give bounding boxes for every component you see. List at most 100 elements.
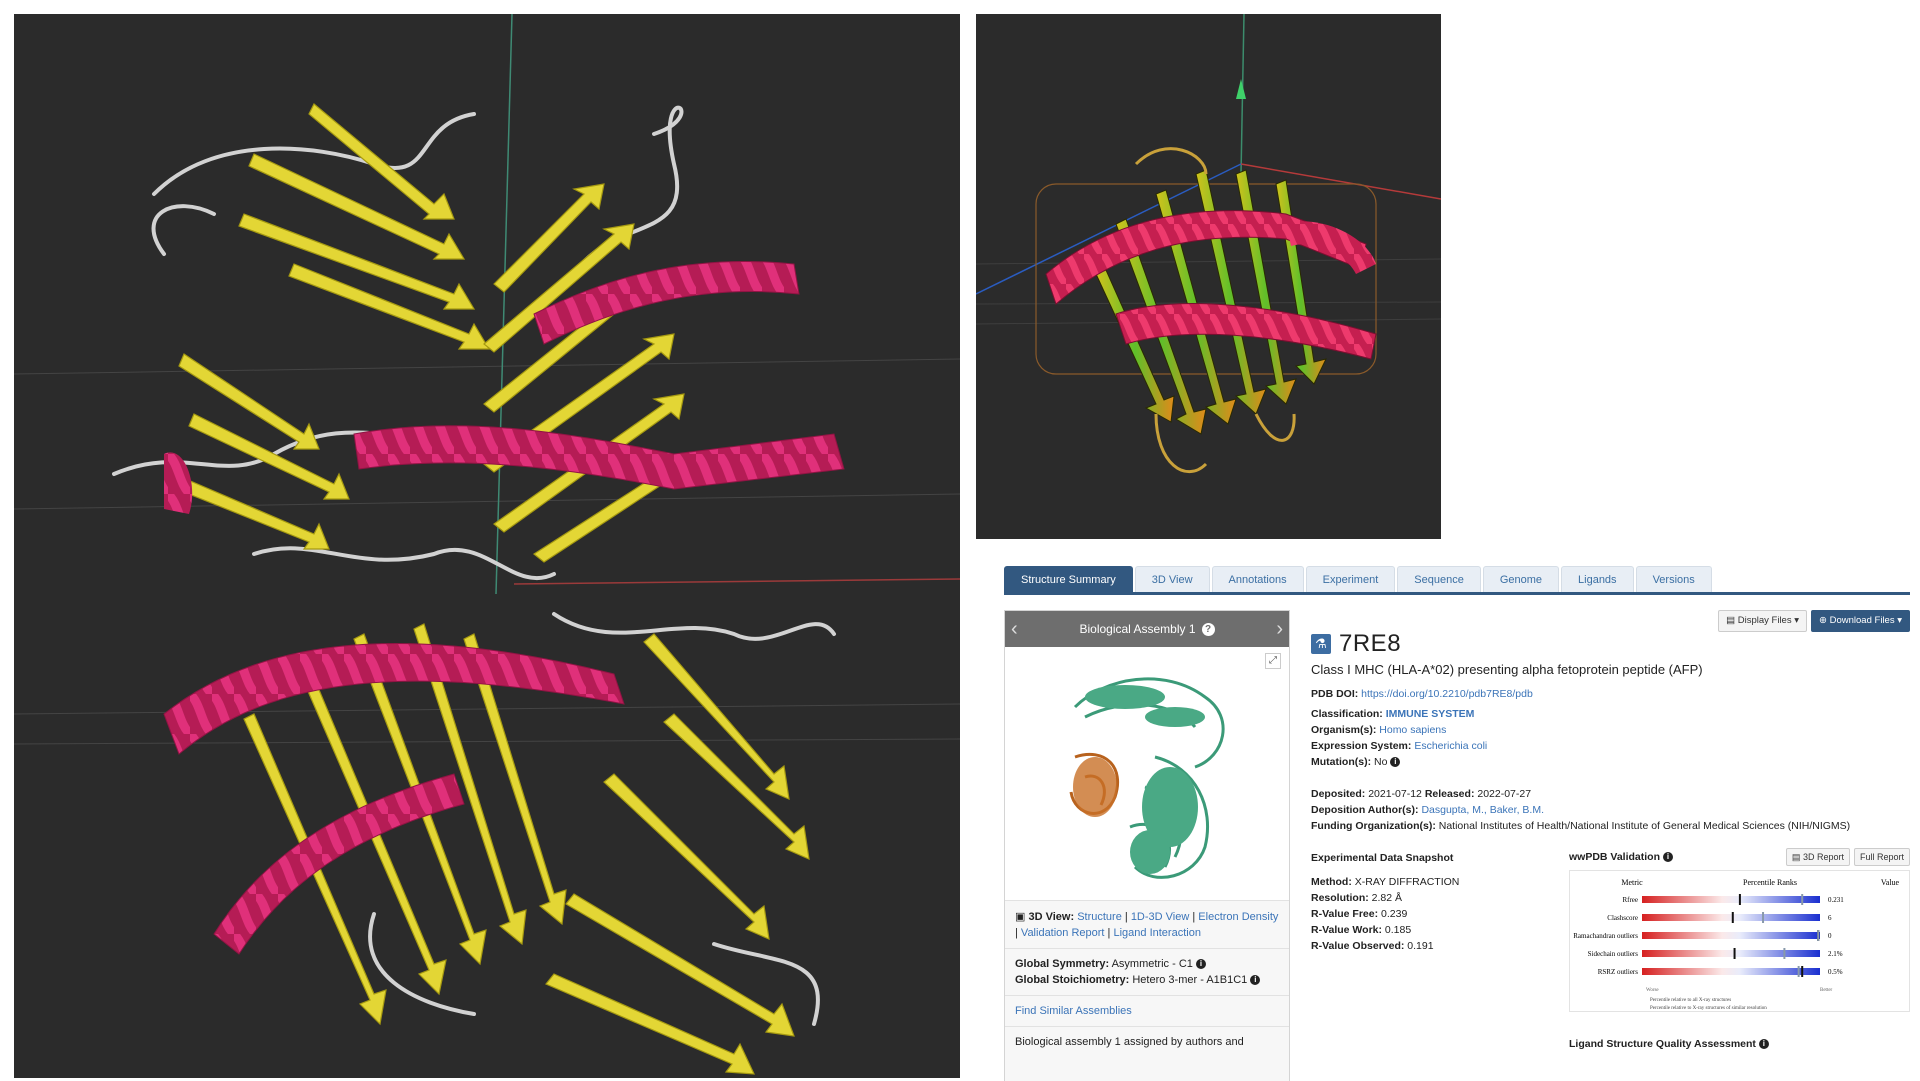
assembly-note: Biological assembly 1 assigned by author…: [1015, 1036, 1244, 1048]
marker-all: [1738, 894, 1741, 905]
snapshot-label: Method:: [1311, 876, 1352, 888]
info-icon[interactable]: i: [1758, 1039, 1769, 1050]
protein-cartoon-dimer: [14, 14, 960, 1075]
assembly-image[interactable]: ⤢: [1005, 647, 1289, 901]
marker-similar: [1817, 930, 1820, 941]
metric-name: Rfree: [1622, 896, 1638, 904]
validation-heading: wwPDB Validation: [1569, 851, 1661, 863]
better-label: Better: [1820, 988, 1833, 993]
metric-value: 0.231: [1828, 896, 1844, 904]
tab-sequence[interactable]: Sequence: [1397, 566, 1481, 592]
marker-similar: [1783, 948, 1786, 959]
rcsb-structure-page: Structure Summary 3D View Annotations Ex…: [1004, 560, 1910, 1081]
marker-similar: [1801, 894, 1804, 905]
info-icon[interactable]: i: [1390, 757, 1401, 768]
ligand-heading: Ligand Structure Quality Assessment: [1569, 1038, 1756, 1050]
legend-all: Percentile relative to all X-ray structu…: [1650, 998, 1731, 1003]
3d-report-button[interactable]: ▤ 3D Report: [1785, 848, 1850, 866]
marker-all: [1731, 912, 1734, 923]
deposited-label: Deposited:: [1311, 788, 1366, 800]
link-electron-density[interactable]: Electron Density: [1198, 911, 1278, 923]
symmetry-value: Asymmetric - C1: [1111, 958, 1193, 970]
snapshot-label: Resolution:: [1311, 892, 1369, 904]
percentile-bar: [1642, 968, 1820, 975]
validation-sliders: Metric Percentile Ranks Value Rfree 0.231…: [1573, 878, 1899, 1011]
metric-value: 2.1%: [1828, 950, 1843, 958]
download-files-label: Download Files: [1829, 615, 1895, 626]
tab-genome[interactable]: Genome: [1482, 566, 1560, 592]
snapshot-label: R-Value Free:: [1311, 908, 1379, 920]
tab-3d-view[interactable]: 3D View: [1134, 566, 1210, 592]
expand-icon[interactable]: ⤢: [1265, 653, 1281, 669]
deposited-date: 2021-07-12: [1368, 788, 1422, 800]
classification-link[interactable]: IMMUNE SYSTEM: [1386, 708, 1475, 720]
download-icon: ⊕: [1819, 615, 1827, 626]
molecular-viewer-secondary[interactable]: [976, 14, 1441, 539]
axis-x-line: [1240, 163, 1441, 200]
download-files-button[interactable]: ⊕ Download Files ▾: [1811, 610, 1910, 632]
chevron-left-icon[interactable]: ‹: [1011, 619, 1018, 639]
file-icon: ▤: [1791, 852, 1801, 862]
molecular-viewer-main[interactable]: [14, 14, 960, 1078]
tab-annotations[interactable]: Annotations: [1211, 566, 1304, 592]
full-report-button[interactable]: Full Report: [1853, 848, 1910, 866]
expression-label: Expression System:: [1311, 740, 1412, 752]
tab-experiment[interactable]: Experiment: [1305, 566, 1396, 592]
info-icon[interactable]: i: [1250, 975, 1261, 986]
tab-bar: Structure Summary 3D View Annotations Ex…: [1004, 566, 1712, 594]
metric-name: Clashscore: [1607, 914, 1638, 922]
find-similar-assemblies-link[interactable]: Find Similar Assemblies: [1015, 1005, 1132, 1017]
funding-label: Funding Organization(s):: [1311, 820, 1436, 832]
3d-report-label: 3D Report: [1802, 852, 1844, 862]
snapshot-label: R-Value Observed:: [1311, 940, 1405, 952]
link-validation-report[interactable]: Validation Report: [1021, 927, 1105, 939]
classification-label: Classification:: [1311, 708, 1383, 720]
metric-name: Sidechain outliers: [1588, 950, 1639, 958]
display-files-label: Display Files: [1737, 615, 1792, 626]
percentile-bar: [1642, 950, 1820, 957]
info-icon[interactable]: i: [1662, 852, 1673, 863]
authors-label: Deposition Author(s):: [1311, 804, 1419, 816]
link-1d-3d-view[interactable]: 1D-3D View: [1131, 911, 1190, 923]
tab-structure-summary[interactable]: Structure Summary: [1004, 566, 1133, 592]
axis-y-line: [495, 14, 513, 595]
flask-icon: ⚗: [1311, 634, 1331, 654]
tab-underline: [1004, 592, 1910, 595]
metric-value: 0: [1828, 932, 1832, 940]
axis-y-arrow: [1236, 79, 1246, 99]
mutation-value: No: [1374, 756, 1388, 768]
snapshot-label: R-Value Work:: [1311, 924, 1382, 936]
snapshot-value: 0.239: [1381, 908, 1408, 920]
col-ranks: Percentile Ranks: [1743, 878, 1797, 887]
snapshot-value: 0.191: [1407, 940, 1434, 952]
pdb-id: 7RE8: [1339, 630, 1402, 657]
entry-details: ▤ Display Files ▾ ⊕ Download Files ▾ ⚗ 7…: [1311, 610, 1910, 1081]
biological-assembly-panel: ‹ Biological Assembly 1 ? › ⤢ ▣ 3D View:…: [1004, 610, 1290, 1081]
worse-label: Worse: [1646, 988, 1659, 993]
info-icon[interactable]: i: [1195, 959, 1206, 970]
validation-slider-chart[interactable]: Metric Percentile Ranks Value Rfree 0.231…: [1569, 870, 1910, 1012]
marker-similar: [1762, 912, 1765, 923]
link-ligand-interaction[interactable]: Ligand Interaction: [1113, 927, 1200, 939]
expression-link[interactable]: Escherichia coli: [1414, 740, 1487, 752]
tab-versions[interactable]: Versions: [1635, 566, 1712, 592]
protein-cartoon-rainbow: [976, 14, 1441, 474]
metric-name: Ramachandran outliers: [1573, 932, 1638, 940]
link-structure[interactable]: Structure: [1077, 911, 1122, 923]
percentile-bar: [1642, 932, 1820, 939]
stoichiometry-label: Global Stoichiometry:: [1015, 974, 1130, 986]
assembly-header: ‹ Biological Assembly 1 ? ›: [1005, 611, 1289, 647]
authors-link[interactable]: Dasgupta, M., Baker, B.M.: [1421, 804, 1544, 816]
marker-all: [1733, 948, 1736, 959]
ligand-quality-section: Ligand Structure Quality Assessment i: [1569, 1038, 1769, 1050]
doi-link[interactable]: https://doi.org/10.2210/pdb7RE8/pdb: [1361, 688, 1533, 700]
chevron-right-icon[interactable]: ›: [1276, 619, 1283, 639]
snapshot-heading: Experimental Data Snapshot: [1311, 852, 1454, 864]
organism-link[interactable]: Homo sapiens: [1379, 724, 1446, 736]
released-label: Released:: [1424, 788, 1475, 800]
help-icon[interactable]: ?: [1201, 622, 1215, 636]
tab-ligands[interactable]: Ligands: [1561, 566, 1634, 592]
display-files-button[interactable]: ▤ Display Files ▾: [1718, 610, 1808, 632]
marker-all: [1801, 966, 1804, 977]
symmetry-label: Global Symmetry:: [1015, 958, 1110, 970]
